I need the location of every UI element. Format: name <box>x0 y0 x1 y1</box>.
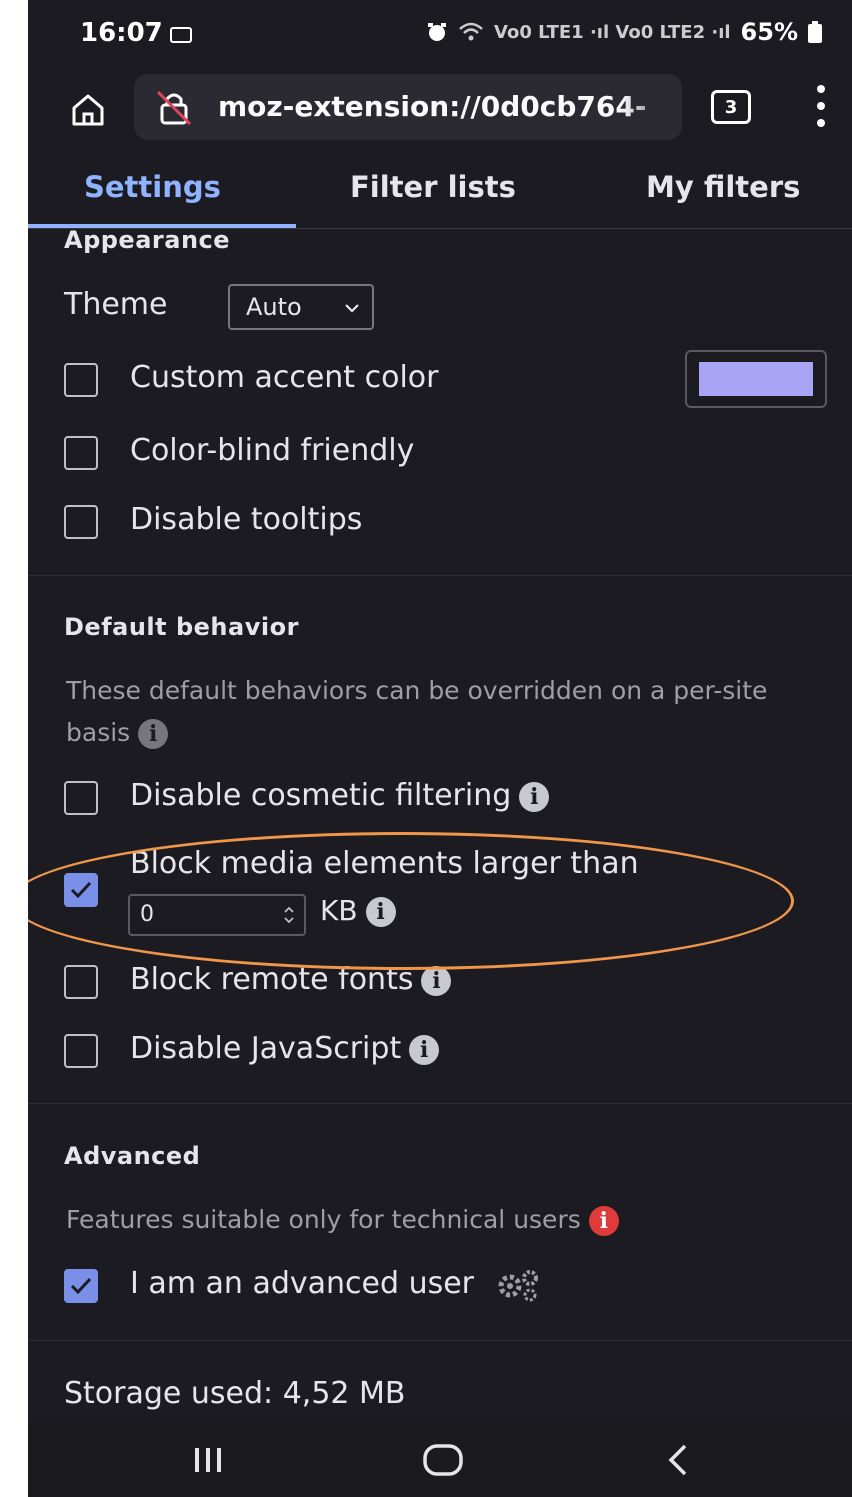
checkmark-icon <box>70 881 92 899</box>
recent-apps-icon[interactable] <box>183 1440 233 1480</box>
home-nav-icon[interactable] <box>418 1440 468 1480</box>
chevron-down-icon <box>345 304 359 313</box>
info-icon[interactable]: i <box>519 781 550 812</box>
disable-javascript-checkbox[interactable] <box>64 1034 98 1068</box>
theme-label: Theme <box>64 287 168 322</box>
overflow-menu-icon[interactable] <box>816 84 826 128</box>
default-behavior-description: These default behaviors can be overridde… <box>66 676 768 749</box>
home-icon[interactable] <box>68 90 108 130</box>
custom-accent-label: Custom accent color <box>130 360 439 395</box>
block-media-unit-row: KB i <box>320 894 396 927</box>
tabs-counter-button[interactable]: 3 <box>711 90 751 124</box>
color-blind-label: Color-blind friendly <box>130 433 415 468</box>
status-time: 16:07 <box>80 18 163 48</box>
block-media-size-value: 0 <box>140 902 154 927</box>
custom-accent-checkbox[interactable] <box>64 363 98 397</box>
theme-select[interactable]: Auto <box>228 284 374 330</box>
tab-filter-lists[interactable]: Filter lists <box>350 170 516 204</box>
url-text: moz-extension://0d0cb764- <box>218 90 647 123</box>
url-fade <box>622 74 682 140</box>
network-labels: Vo0 LTE1 ·ıl Vo0 LTE2 ·ıl <box>494 21 731 43</box>
info-icon[interactable]: i <box>409 1034 440 1065</box>
tab-settings[interactable]: Settings <box>84 170 221 204</box>
advanced-description: Features suitable only for technical use… <box>66 1199 826 1241</box>
status-bar: 16:07 Vo0 LTE1 ·ıl Vo0 LTE2 ·ıl 65% <box>28 0 852 70</box>
block-media-size-input[interactable]: 0 <box>128 894 306 936</box>
accent-color-swatch <box>699 362 813 396</box>
message-icon <box>170 27 192 43</box>
checkmark-icon <box>70 1277 92 1295</box>
advanced-user-checkbox[interactable] <box>64 1269 98 1303</box>
disable-cosmetic-row: Disable cosmetic filtering i <box>130 778 550 813</box>
info-icon[interactable]: i <box>138 719 169 749</box>
info-icon[interactable]: i <box>365 897 396 927</box>
status-right: Vo0 LTE1 ·ıl Vo0 LTE2 ·ıl 65% <box>426 18 822 46</box>
info-icon[interactable]: i <box>421 965 452 996</box>
default-behavior-title: Default behavior <box>64 613 299 641</box>
section-divider <box>28 1340 852 1341</box>
cogs-icon[interactable] <box>494 1268 542 1302</box>
disable-cosmetic-checkbox[interactable] <box>64 781 98 815</box>
accent-color-picker[interactable] <box>685 350 827 408</box>
color-blind-checkbox[interactable] <box>64 436 98 470</box>
section-divider <box>28 575 852 576</box>
wifi-icon <box>459 22 483 41</box>
tab-bar: Settings Filter lists My filters <box>28 154 852 229</box>
insecure-lock-icon[interactable] <box>154 88 194 128</box>
spinner-arrows-icon[interactable] <box>282 905 296 925</box>
block-media-checkbox[interactable] <box>64 873 98 907</box>
disable-javascript-row: Disable JavaScript i <box>130 1031 440 1066</box>
disable-tooltips-label: Disable tooltips <box>130 502 363 537</box>
back-icon[interactable] <box>653 1440 703 1480</box>
browser-toolbar: moz-extension://0d0cb764- 3 <box>28 70 852 154</box>
appearance-title: Appearance <box>64 226 231 254</box>
block-remote-fonts-checkbox[interactable] <box>64 965 98 999</box>
storage-used: Storage used: 4,52 MB <box>64 1376 406 1411</box>
advanced-user-row: I am an advanced user <box>130 1266 542 1302</box>
block-media-label: Block media elements larger than <box>130 846 639 881</box>
theme-value: Auto <box>246 293 302 321</box>
battery-icon <box>808 21 822 43</box>
url-bar[interactable]: moz-extension://0d0cb764- <box>134 74 682 140</box>
system-nav-bar <box>28 1422 852 1497</box>
alarm-icon <box>428 23 446 41</box>
section-divider <box>28 1103 852 1104</box>
tab-my-filters[interactable]: My filters <box>646 170 800 204</box>
advanced-title: Advanced <box>64 1142 201 1170</box>
warning-info-icon[interactable]: i <box>588 1206 619 1236</box>
disable-tooltips-checkbox[interactable] <box>64 505 98 539</box>
phone-screen: 16:07 Vo0 LTE1 ·ıl Vo0 LTE2 ·ıl 65% moz-… <box>28 0 852 1497</box>
block-remote-fonts-row: Block remote fonts i <box>130 962 452 997</box>
battery-level: 65% <box>740 18 798 46</box>
